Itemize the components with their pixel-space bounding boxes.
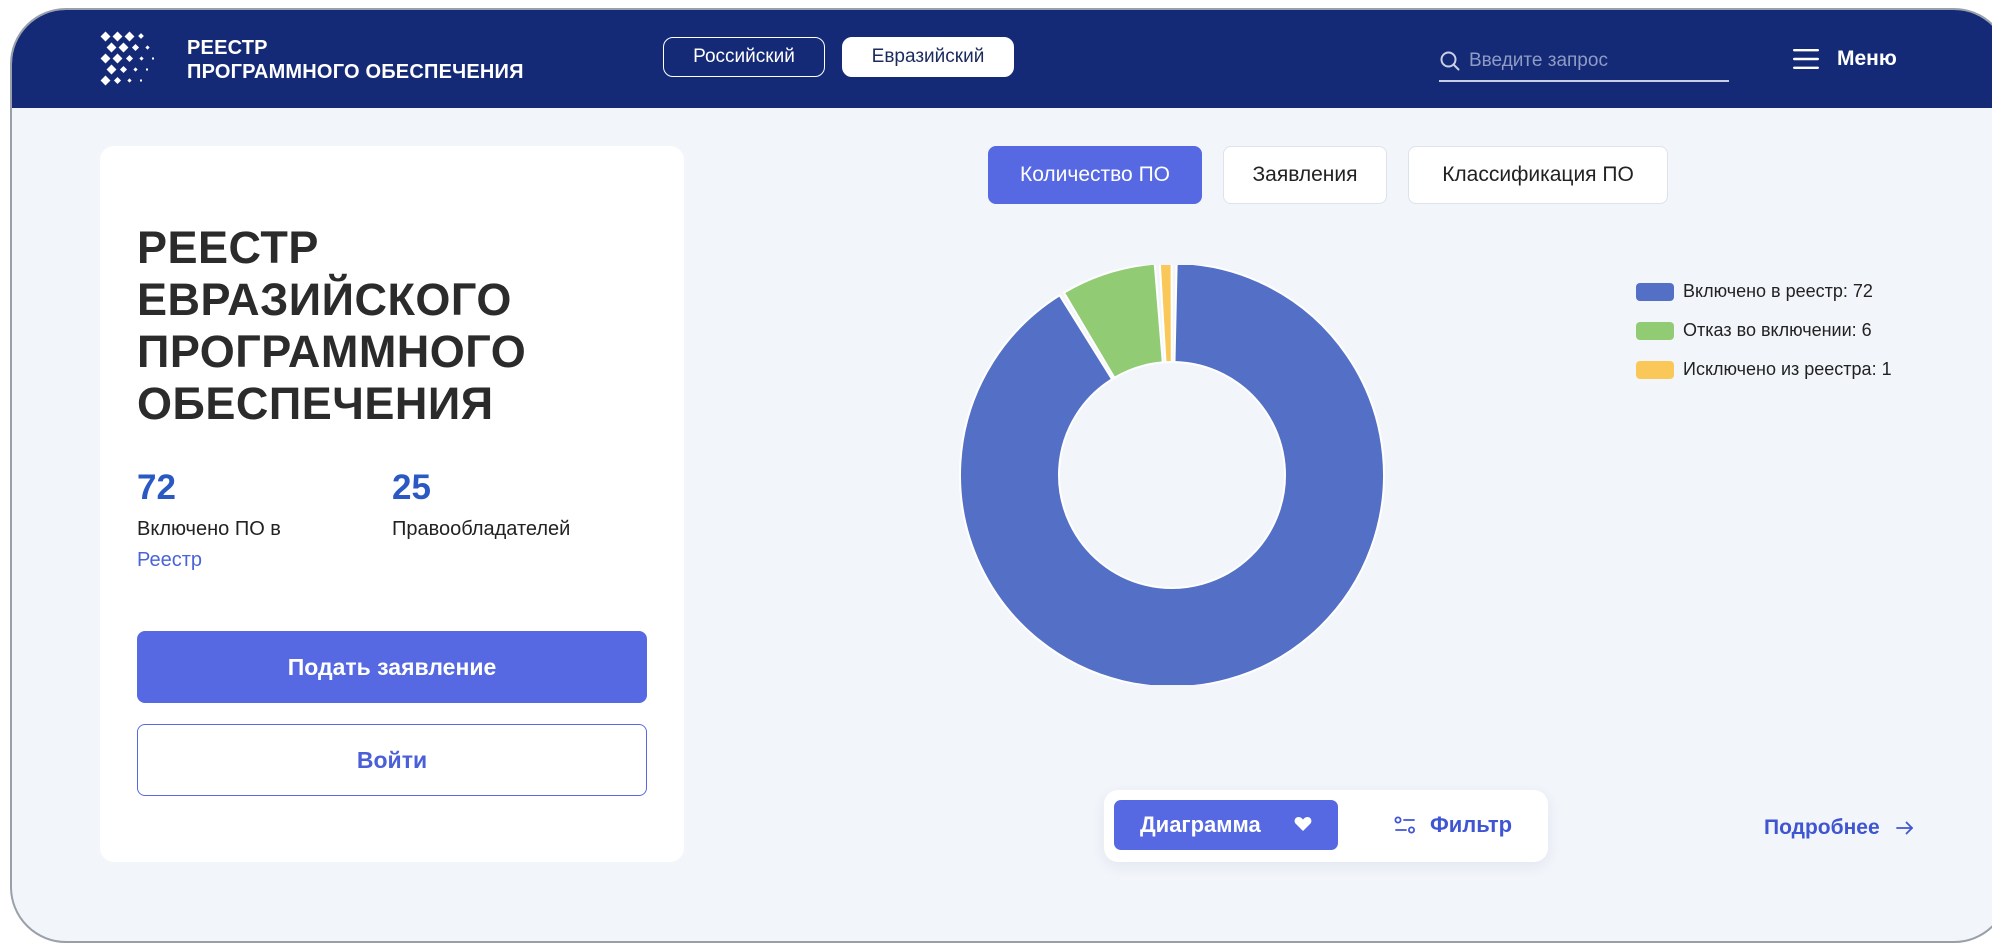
stat-included-software: 72 Включено ПО в Реестр bbox=[137, 468, 281, 576]
donut-chart bbox=[959, 265, 1385, 685]
chart-legend: Включено в реестр: 72 Отказ во включении… bbox=[1636, 272, 1892, 389]
view-selector-label: Диаграмма bbox=[1140, 812, 1261, 837]
page-title: РЕЕСТР ЕВРАЗИЙСКОГО ПРОГРАММНОГО ОБЕСПЕЧ… bbox=[137, 222, 657, 430]
more-details-label: Подробнее bbox=[1764, 816, 1880, 839]
search-input[interactable] bbox=[1467, 46, 1726, 76]
stat-label: Включено ПО в Реестр bbox=[137, 514, 281, 576]
brand-title[interactable]: РЕЕСТР ПРОГРАММНОГО ОБЕСПЕЧЕНИЯ bbox=[187, 36, 524, 84]
legend-swatch bbox=[1636, 282, 1674, 301]
filter-sliders-icon bbox=[1394, 816, 1415, 834]
registry-info-card: РЕЕСТР ЕВРАЗИЙСКОГО ПРОГРАММНОГО ОБЕСПЕЧ… bbox=[100, 146, 684, 862]
view-selector-dropdown[interactable]: Диаграмма bbox=[1114, 800, 1338, 850]
legend-item[interactable]: Включено в реестр: 72 bbox=[1636, 272, 1892, 311]
app-window: РЕЕСТР ПРОГРАММНОГО ОБЕСПЕЧЕНИЯ Российск… bbox=[10, 8, 1992, 943]
title-line: РЕЕСТР bbox=[137, 222, 319, 273]
legend-item[interactable]: Отказ во включении: 6 bbox=[1636, 311, 1892, 350]
menu-button[interactable]: Меню bbox=[1793, 44, 1897, 74]
search-icon bbox=[1440, 51, 1460, 71]
legend-swatch bbox=[1636, 321, 1674, 340]
more-details-link[interactable]: Подробнее bbox=[1764, 816, 1914, 840]
registry-tab-eurasian[interactable]: Евразийский bbox=[842, 37, 1014, 77]
search-box bbox=[1439, 42, 1729, 82]
menu-label: Меню bbox=[1837, 47, 1897, 70]
heart-dropdown-icon bbox=[1294, 817, 1312, 831]
registry-tab-russian[interactable]: Российский bbox=[663, 37, 825, 77]
tab-software-count[interactable]: Количество ПО bbox=[988, 146, 1202, 204]
legend-label: Исключено из реестра: 1 bbox=[1683, 359, 1892, 379]
legend-label: Отказ во включении: 6 bbox=[1683, 320, 1872, 340]
registry-logo-icon[interactable] bbox=[100, 31, 158, 89]
stat-number: 72 bbox=[137, 468, 176, 507]
tab-software-classification[interactable]: Классификация ПО bbox=[1408, 146, 1668, 204]
brand-line-1: РЕЕСТР bbox=[187, 37, 268, 59]
filter-label: Фильтр bbox=[1430, 812, 1513, 837]
stat-number: 25 bbox=[392, 468, 431, 507]
filter-button[interactable]: Фильтр bbox=[1394, 800, 1512, 850]
stat-label-text: Включено ПО в bbox=[137, 518, 281, 540]
title-line: ПРОГРАММНОГО bbox=[137, 326, 527, 377]
arrow-right-icon bbox=[1895, 821, 1913, 835]
view-controls-bar: Диаграмма Фильтр bbox=[1104, 790, 1548, 862]
registry-link[interactable]: Реестр bbox=[137, 549, 202, 571]
legend-swatch bbox=[1636, 360, 1674, 379]
legend-label: Включено в реестр: 72 bbox=[1683, 281, 1873, 301]
title-line: ОБЕСПЕЧЕНИЯ bbox=[137, 378, 494, 429]
brand-line-2: ПРОГРАММНОГО ОБЕСПЕЧЕНИЯ bbox=[187, 61, 524, 83]
title-line: ЕВРАЗИЙСКОГО bbox=[137, 274, 512, 325]
submit-application-button[interactable]: Подать заявление bbox=[137, 631, 647, 703]
top-navigation-bar: РЕЕСТР ПРОГРАММНОГО ОБЕСПЕЧЕНИЯ Российск… bbox=[12, 10, 1992, 108]
login-button[interactable]: Войти bbox=[137, 724, 647, 796]
legend-item[interactable]: Исключено из реестра: 1 bbox=[1636, 350, 1892, 389]
stat-rightholders: 25 Правообладателей bbox=[392, 468, 570, 545]
stat-label: Правообладателей bbox=[392, 518, 571, 540]
hamburger-menu-icon bbox=[1793, 49, 1819, 69]
tab-applications[interactable]: Заявления bbox=[1223, 146, 1387, 204]
